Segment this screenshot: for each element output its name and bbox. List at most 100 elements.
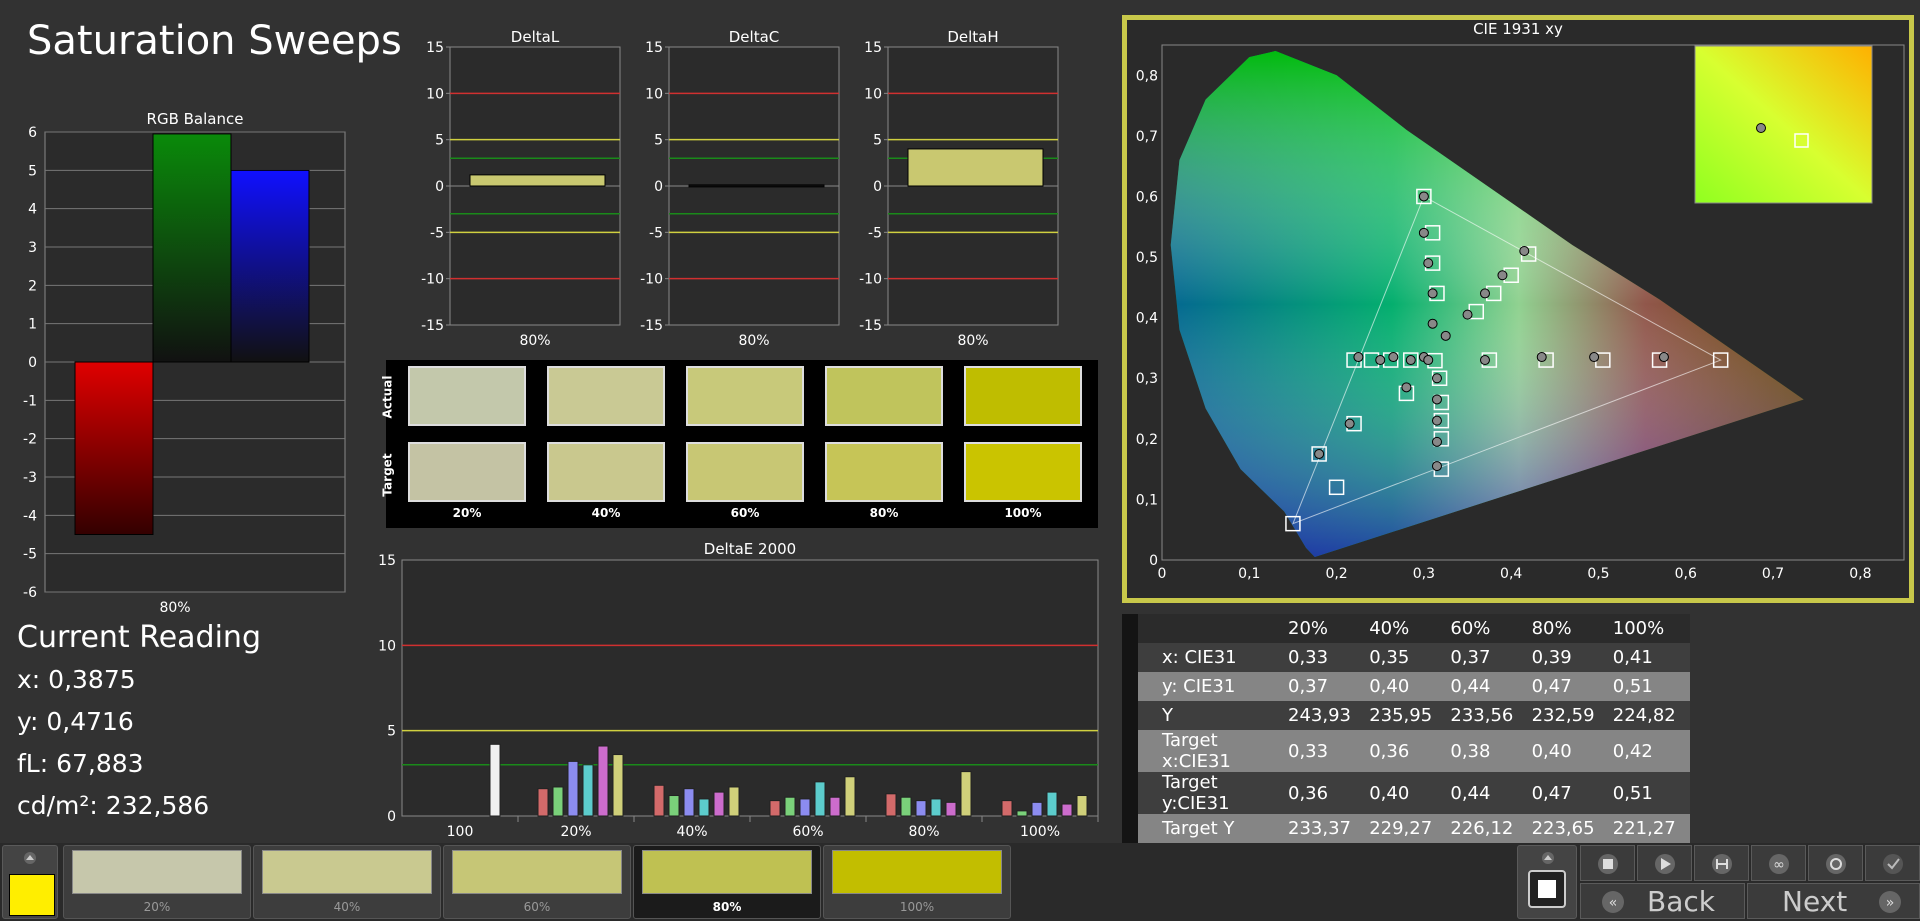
table-cell: 0,47 <box>1527 672 1609 701</box>
delta-bar <box>688 184 825 188</box>
table-cell: 0,40 <box>1527 730 1609 772</box>
reading-cdm2: cd/m²: 232,586 <box>17 791 210 820</box>
cie-measured-point <box>1431 373 1442 384</box>
rgb-category-label: 80% <box>159 600 190 616</box>
delta-category-label: 80% <box>957 333 988 349</box>
check-button[interactable] <box>1865 845 1920 881</box>
cie-measured-point <box>1353 352 1364 363</box>
cie-measured-point <box>1440 330 1451 341</box>
target-swatch <box>964 442 1082 502</box>
cie-x-tick: 0,6 <box>1675 566 1697 582</box>
table-header-row: 20% 40% 60% 80% 100% <box>1122 614 1690 643</box>
delta-tick-label: 0 <box>435 179 444 195</box>
cie-measured-point <box>1418 227 1429 238</box>
back-button[interactable]: « Back <box>1580 883 1745 919</box>
table-row-label: x: CIE31 <box>1138 643 1284 672</box>
delta-tick-label: -15 <box>859 318 882 334</box>
back-label: Back <box>1647 885 1715 918</box>
cie-measured-point <box>1375 355 1386 366</box>
refresh-button[interactable] <box>1808 845 1863 881</box>
cie-x-tick: 0,1 <box>1238 566 1260 582</box>
swatch-label: 20% <box>452 506 482 520</box>
table-header: 80% <box>1527 614 1609 643</box>
table-row: Target y:CIE31 0,36 0,40 0,44 0,47 0,51 <box>1122 772 1690 814</box>
cie-measured-point <box>1431 394 1442 405</box>
deltae-bar <box>567 760 579 817</box>
deltae-category-label: 40% <box>676 824 707 840</box>
table-cell: 233,56 <box>1446 701 1528 730</box>
swatch-panel: Actual Target 20% 40% 60% 80% 100% <box>380 360 1098 528</box>
table-cell: 0,36 <box>1284 772 1366 814</box>
play-button[interactable] <box>1637 845 1692 881</box>
stop-panel[interactable] <box>1517 845 1577 919</box>
cie-y-tick: 0,2 <box>1136 432 1158 448</box>
stop-icon <box>1538 880 1556 898</box>
deltae-bar <box>945 801 957 817</box>
deltae-chart: DeltaE 2000 15 10 5 0 100 20% 40% 60% 80% 100% <box>378 540 1099 840</box>
table-row-label: Target Y <box>1138 814 1284 843</box>
patch-tile-2[interactable]: 40% <box>253 845 441 919</box>
cie-measured-point <box>1423 355 1434 366</box>
cie-y-tick: 0,7 <box>1136 129 1158 145</box>
deltae-bar <box>597 745 609 817</box>
delta-tick-label: 10 <box>426 86 444 102</box>
table-cell: 226,12 <box>1446 814 1528 843</box>
delta-tick-label: 5 <box>654 133 663 149</box>
svg-text:«: « <box>1609 895 1618 911</box>
cie-measured-point <box>1418 191 1429 202</box>
deltae-bar <box>1076 795 1088 817</box>
table-cell: 0,37 <box>1446 643 1528 672</box>
table-cell: 0,39 <box>1527 643 1609 672</box>
stop-button[interactable] <box>1580 845 1635 881</box>
delta-category-label: 80% <box>738 333 769 349</box>
rgb-tick-label: 0 <box>28 355 37 371</box>
next-label: Next <box>1782 885 1848 918</box>
cie-measured-point <box>1388 352 1399 363</box>
table-row: x: CIE31 0,33 0,35 0,37 0,39 0,41 <box>1122 643 1690 672</box>
table-cell: 0,33 <box>1284 643 1366 672</box>
delta-category-label: 80% <box>519 333 550 349</box>
next-button[interactable]: Next » <box>1747 883 1920 919</box>
step-button[interactable] <box>1694 845 1749 881</box>
cie-y-tick: 0 <box>1149 553 1158 569</box>
target-swatch <box>686 442 804 502</box>
chevron-up-icon[interactable] <box>1540 849 1556 864</box>
deltae-bar <box>844 776 856 817</box>
svg-text:»: » <box>1886 895 1895 911</box>
rgb-tick-label: 6 <box>28 125 37 141</box>
loop-button[interactable]: ∞ <box>1751 845 1806 881</box>
cie-measured-point <box>1344 418 1355 429</box>
deltae-tick-label: 0 <box>387 809 396 825</box>
patch-tile-3[interactable]: 60% <box>443 845 631 919</box>
deltae-bar <box>900 796 912 817</box>
cie-measured-point <box>1431 461 1442 472</box>
delta-tick-label: -15 <box>421 318 444 334</box>
table-cell: 0,37 <box>1284 672 1366 701</box>
deltae-category-label: 20% <box>560 824 591 840</box>
patch-tile-4[interactable]: 80% <box>633 845 821 919</box>
delta-tick-label: 15 <box>864 40 882 56</box>
cie-measured-point <box>1427 288 1438 299</box>
rgb-tick-label: 4 <box>28 202 37 218</box>
patch-tile-5[interactable]: 100% <box>823 845 1011 919</box>
deltae-bar <box>915 800 927 817</box>
patch-tile-1[interactable]: 20% <box>63 845 251 919</box>
deltae-bar <box>698 798 710 817</box>
table-cell: 0,40 <box>1365 672 1447 701</box>
cie-y-tick: 0,1 <box>1136 492 1158 508</box>
table-row-label: Target x:CIE31 <box>1138 730 1284 772</box>
deltae-bar <box>784 796 796 817</box>
cie-measured-point <box>1423 258 1434 269</box>
table-cell: 0,47 <box>1527 772 1609 814</box>
chevron-up-icon[interactable] <box>22 849 38 864</box>
deltae-bar <box>1061 803 1073 817</box>
table-cell: 0,40 <box>1365 772 1447 814</box>
current-color-tile[interactable] <box>2 845 58 919</box>
reading-fl: fL: 67,883 <box>17 749 144 778</box>
back-arrow-icon: « <box>1602 891 1624 913</box>
stop-record-button[interactable] <box>1528 870 1566 908</box>
rgb-tick-label: -3 <box>23 470 37 486</box>
delta-tick-label: -15 <box>640 318 663 334</box>
deltae-bar <box>713 791 725 817</box>
table-header: 60% <box>1446 614 1528 643</box>
